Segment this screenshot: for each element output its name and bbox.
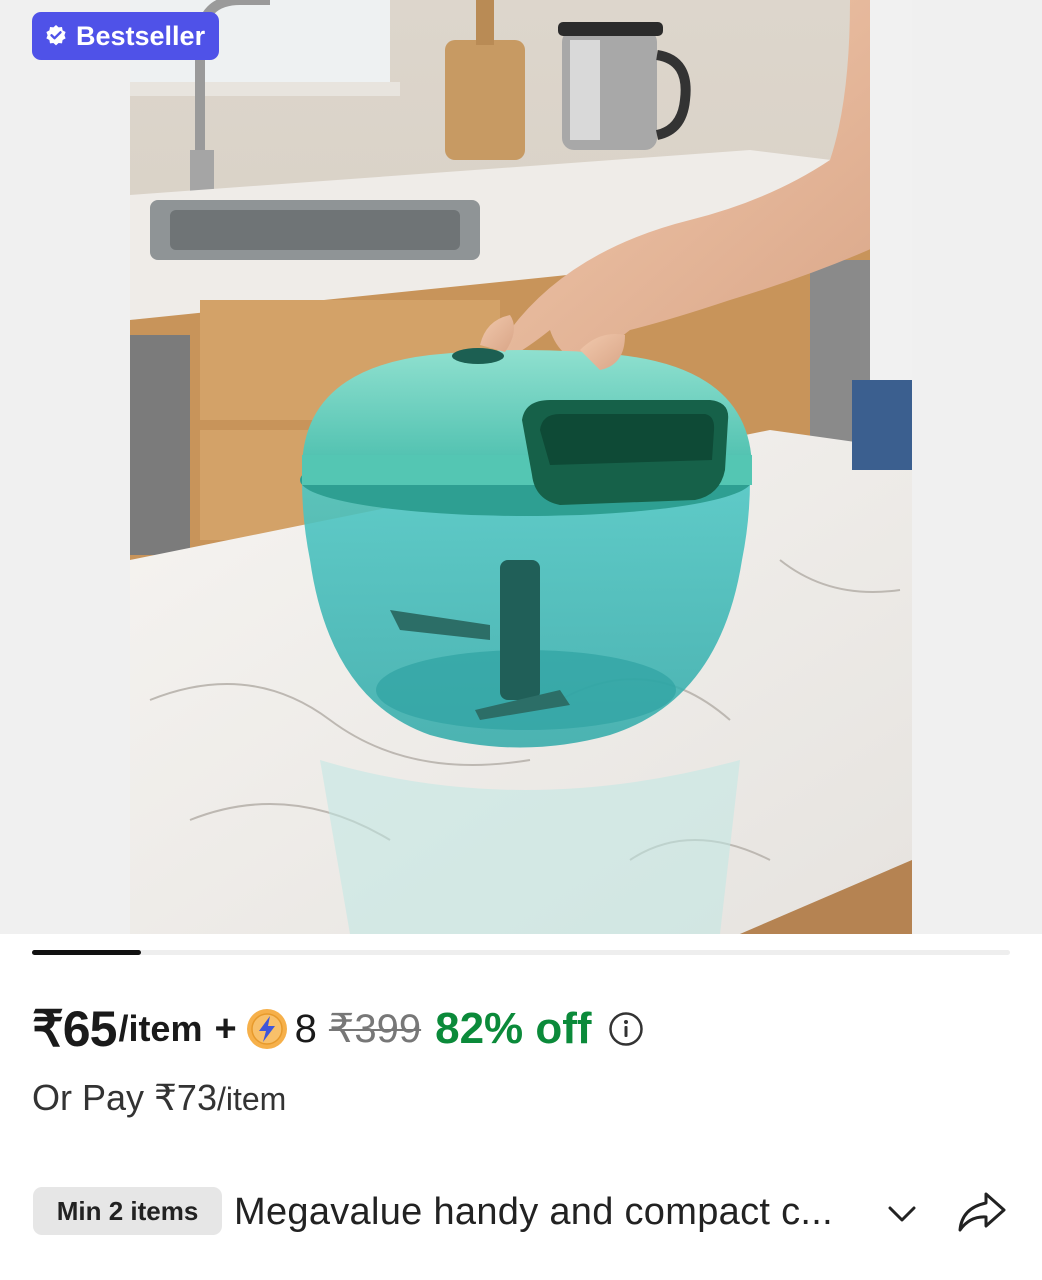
product-title[interactable]: Megavalue handy and compact c... [234,1187,833,1237]
alt-price: Or Pay ₹73/item [32,1077,286,1119]
lightning-coin-icon [246,1009,287,1049]
product-image-carousel[interactable]: Bestseller [0,0,1042,934]
badge-label: Bestseller [76,20,206,51]
coins-count: 8 [294,1006,317,1051]
alt-price-amount: Or Pay ₹73 [32,1077,217,1118]
carousel-progress [32,950,1010,955]
info-icon[interactable] [608,1011,644,1047]
share-icon[interactable] [954,1188,1010,1238]
min-items-chip: Min 2 items [33,1187,222,1235]
bestseller-badge: Bestseller [32,12,220,60]
carousel-active-indicator [32,950,141,955]
alt-price-unit: /item [216,1081,287,1117]
product-photo[interactable] [130,0,912,934]
verified-check-icon [46,25,66,46]
chevron-down-icon[interactable] [884,1196,920,1232]
price-plus: + [214,1007,237,1050]
discount-percent: 82% off [435,1004,592,1053]
price-row: ₹65 /item + 8 ₹399 82% off [32,998,644,1060]
price-amount: ₹65 [32,1001,117,1057]
price-unit: /item [118,1008,203,1049]
original-price: ₹399 [328,1007,422,1051]
